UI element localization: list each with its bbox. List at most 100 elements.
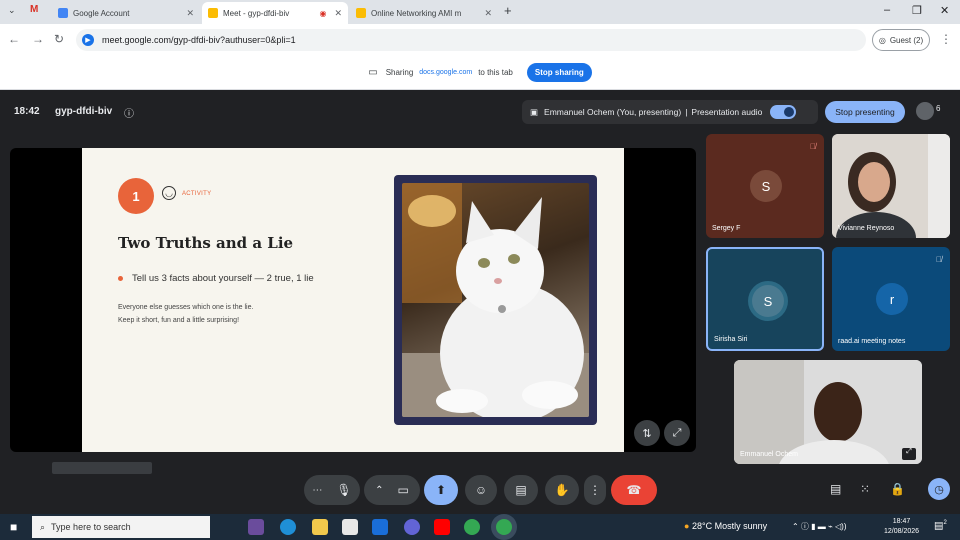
profile-icon: ◎ xyxy=(878,35,886,45)
self-video xyxy=(734,360,922,464)
hang-up-icon: ☎ xyxy=(626,483,642,497)
participant-video xyxy=(832,134,950,238)
file-explorer-icon[interactable] xyxy=(312,519,328,535)
reactions-button[interactable]: ☺ xyxy=(465,475,497,505)
stop-presenting-button[interactable]: Stop presenting xyxy=(825,101,905,123)
pin-icon[interactable]: ⇅ xyxy=(634,420,660,446)
self-view-options-icon[interactable]: ⤢ xyxy=(902,448,916,460)
tab-google-account[interactable]: Google Account ✕ xyxy=(52,2,200,24)
participant-tile-active-speaker[interactable]: S Sirisha Siri xyxy=(706,247,824,351)
gmail-icon[interactable]: M xyxy=(30,4,38,15)
browser-tab-strip: ⌄ M Google Account ✕ Meet - gyp-dfdi-biv… xyxy=(0,0,960,24)
screen-share-icon: ▭ xyxy=(368,67,378,78)
new-tab-button[interactable]: + xyxy=(504,3,512,18)
close-tab-icon[interactable]: ✕ xyxy=(186,8,194,19)
captions-button[interactable]: ▤ xyxy=(504,475,538,505)
youtube-icon[interactable] xyxy=(434,519,450,535)
browser-toolbar: ← → ↻ ▶ meet.google.com/gyp-dfdi-biv?aut… xyxy=(0,24,960,56)
avatar: S xyxy=(752,285,784,317)
address-bar[interactable]: ▶ meet.google.com/gyp-dfdi-biv?authuser=… xyxy=(76,29,866,51)
fullscreen-icon[interactable]: ⤢ xyxy=(664,420,690,446)
slide-number-badge: 1 xyxy=(118,178,154,214)
weather-widget[interactable]: ● 28°C Mostly sunny xyxy=(684,521,767,531)
back-icon[interactable]: ← xyxy=(8,32,20,46)
google-icon xyxy=(58,8,68,18)
participant-name: Vivianne Reynoso xyxy=(838,225,895,232)
tab-meet[interactable]: Meet - gyp-dfdi-biv ◉ ✕ xyxy=(202,2,348,24)
sharing-bar: ▭ Sharing docs.google.com to this tab St… xyxy=(0,56,960,90)
tab-online-networking[interactable]: Online Networking AMI m ✕ xyxy=(350,2,498,24)
microphone-icon[interactable]: 🎙 xyxy=(336,483,351,497)
windows-start-icon[interactable]: ■ xyxy=(10,520,17,534)
reload-icon[interactable]: ↻ xyxy=(54,32,64,46)
participants-avatar-icon[interactable] xyxy=(916,102,934,120)
participant-tile[interactable]: Vivianne Reynoso xyxy=(832,134,950,238)
close-tab-icon[interactable]: ✕ xyxy=(484,8,492,19)
store-icon[interactable] xyxy=(342,519,358,535)
meet-header: 18:42 gyp-dfdi-biv ⓘ ▣ Emmanuel Ochem (Y… xyxy=(0,90,960,134)
raise-hand-button[interactable]: ✋ xyxy=(545,475,579,505)
more-vert-icon: ⋮ xyxy=(589,483,601,497)
participant-tile[interactable]: S 🎙̸ Sergey F xyxy=(706,134,824,238)
close-tab-icon[interactable]: ✕ xyxy=(334,8,342,19)
present-button[interactable]: ⬆ xyxy=(424,475,458,505)
audio-control-group: ⋯ 🎙 xyxy=(304,475,360,505)
tab-search-icon[interactable]: ⌄ xyxy=(8,5,16,16)
slide-body-line: Everyone else guesses which one is the l… xyxy=(118,304,254,311)
meeting-info-icon[interactable]: ⓘ xyxy=(124,105,134,120)
slides-icon xyxy=(356,8,366,18)
participant-name: Sergey F xyxy=(712,225,741,232)
avatar: S xyxy=(750,170,782,202)
timer-icon[interactable]: ◷ xyxy=(928,478,950,500)
browser-menu-icon[interactable]: ⋮ xyxy=(940,32,952,46)
edge-icon[interactable] xyxy=(280,519,296,535)
mic-off-icon: 🎙̸ xyxy=(810,142,816,151)
participant-tile[interactable]: r 🎙̸ raad.ai meeting notes xyxy=(832,247,950,351)
minimize-icon[interactable]: – xyxy=(884,4,890,16)
chrome-active-icon[interactable] xyxy=(496,519,512,535)
participant-count: 6 xyxy=(936,104,941,113)
chrome-icon[interactable] xyxy=(464,519,480,535)
activities-icon[interactable]: ⁙ xyxy=(860,482,870,496)
recording-icon: ◉ xyxy=(319,8,327,18)
more-options-button[interactable]: ⋮ xyxy=(584,475,606,505)
meeting-code: gyp-dfdi-biv xyxy=(55,106,113,117)
camera-icon[interactable]: ▭ xyxy=(398,483,409,497)
white-cat-illustration xyxy=(402,183,589,417)
chevron-up-icon[interactable]: ⌃ xyxy=(375,485,383,496)
taskbar-clock[interactable]: 18:47 12/08/2026 xyxy=(884,517,919,537)
system-tray[interactable]: ⌃ ⓘ ▮ ▬ ⌁ ◁)) xyxy=(792,521,847,532)
present-icon: ▣ xyxy=(530,106,539,117)
cat-photo xyxy=(402,183,589,417)
present-screen-icon: ⬆ xyxy=(435,483,447,497)
media-icon[interactable] xyxy=(404,519,420,535)
close-window-icon[interactable]: ✕ xyxy=(940,4,949,17)
self-view-tile[interactable]: Emmanuel Ochem ⤢ xyxy=(734,360,922,464)
hand-icon: ✋ xyxy=(554,483,570,497)
smiley-icon: ◡ xyxy=(162,186,176,200)
site-info-icon[interactable]: ▶ xyxy=(82,34,94,46)
presenter-caption xyxy=(52,462,152,474)
search-icon: ⌕ xyxy=(40,521,46,532)
avatar: r xyxy=(876,283,908,315)
chat-icon[interactable]: ▤ xyxy=(830,482,841,496)
host-controls-icon[interactable]: 🔒 xyxy=(890,482,905,496)
profile-button[interactable]: ◎ Guest (2) xyxy=(872,29,930,51)
emoji-icon: ☺ xyxy=(474,483,488,497)
mail-icon[interactable] xyxy=(372,519,388,535)
forward-icon[interactable]: → xyxy=(32,32,44,46)
bullet-dot xyxy=(118,276,123,281)
notification-icon[interactable]: ▤2 xyxy=(934,520,947,531)
self-name: Emmanuel Ochem xyxy=(740,451,798,458)
taskbar-search[interactable]: ⌕ Type here to search xyxy=(32,516,210,538)
presenting-bar: ▣ Emmanuel Ochem (You, presenting) | Pre… xyxy=(522,100,818,124)
copilot-icon[interactable] xyxy=(248,519,264,535)
url-text: meet.google.com/gyp-dfdi-biv?authuser=0&… xyxy=(102,35,296,45)
leave-call-button[interactable]: ☎ xyxy=(611,475,657,505)
presentation-audio-toggle[interactable] xyxy=(770,105,797,119)
more-audio-icon[interactable]: ⋯ xyxy=(312,485,322,496)
video-control-group: ⌃ ▭ xyxy=(364,475,420,505)
stop-sharing-button[interactable]: Stop sharing xyxy=(526,63,592,82)
restore-icon[interactable]: ❐ xyxy=(912,4,922,17)
slide-title: Two Truths and a Lie xyxy=(118,234,294,252)
